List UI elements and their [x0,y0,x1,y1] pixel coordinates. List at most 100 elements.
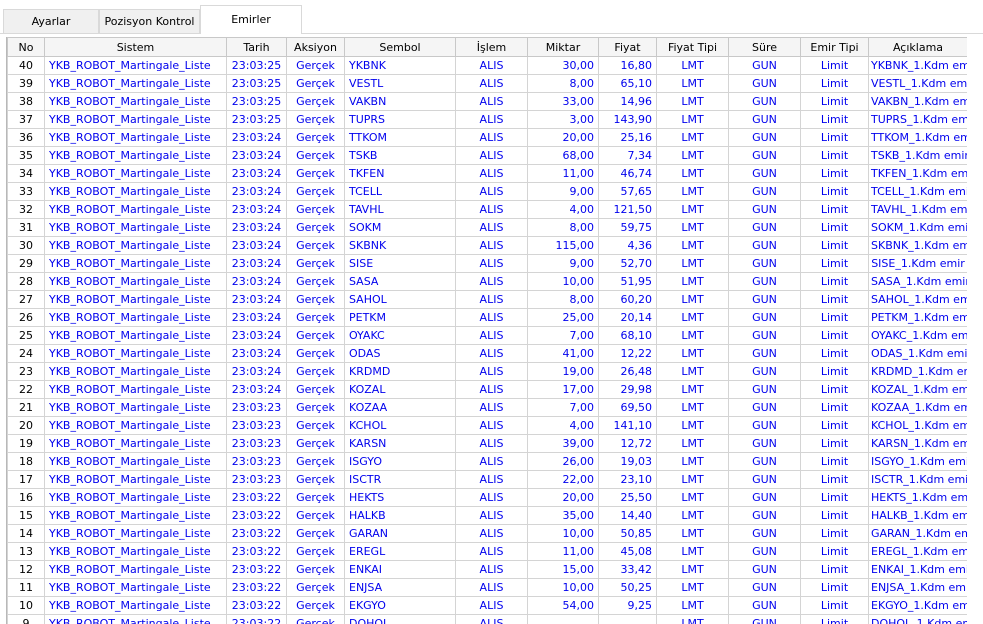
cell-emir-tipi: Limit [800,146,869,165]
cell-no: 10 [7,596,45,615]
cell-tarih: 23:03:23 [226,434,287,453]
table-row[interactable]: 30 YKB_ROBOT_Martingale_Liste 23:03:24 Gerç… [7,236,967,255]
table-row[interactable]: 29 YKB_ROBOT_Martingale_Liste 23:03:24 Gerç… [7,254,967,273]
cell-tarih: 23:03:24 [226,236,287,255]
table-row[interactable]: 24 YKB_ROBOT_Martingale_Liste 23:03:24 Gerç… [7,344,967,363]
orders-grid[interactable]: No Sistem Tarih Aksiyon Sembol İşlem Mik… [6,37,967,624]
table-row[interactable]: 26 YKB_ROBOT_Martingale_Liste 23:03:24 Gerç… [7,308,967,327]
cell-no: 23 [7,362,45,381]
cell-sistem: YKB_ROBOT_Martingale_Liste [44,254,227,273]
table-row[interactable]: 36 YKB_ROBOT_Martingale_Liste 23:03:24 Gerç… [7,128,967,147]
cell-aciklama: ENKAI_1.Kdm emir [868,560,967,579]
cell-aksiyon: Gerçek [286,524,345,543]
cell-aciklama: HEKTS_1.Kdm emir [868,488,967,507]
column-header-sembol[interactable]: Sembol [344,37,456,57]
table-row[interactable]: 16 YKB_ROBOT_Martingale_Liste 23:03:22 Gerç… [7,488,967,507]
cell-tarih: 23:03:22 [226,488,287,507]
cell-miktar: 19,00 [527,362,599,381]
cell-aksiyon: Gerçek [286,164,345,183]
table-row[interactable]: 22 YKB_ROBOT_Martingale_Liste 23:03:24 Gerç… [7,380,967,399]
table-row[interactable]: 27 YKB_ROBOT_Martingale_Liste 23:03:24 Gerç… [7,290,967,309]
cell-islem: ALIS [455,560,528,579]
column-header-aciklama[interactable]: Açıklama [868,37,967,57]
table-row[interactable]: 21 YKB_ROBOT_Martingale_Liste 23:03:23 Gerç… [7,398,967,417]
cell-sistem: YKB_ROBOT_Martingale_Liste [44,326,227,345]
table-row[interactable]: 11 YKB_ROBOT_Martingale_Liste 23:03:22 Gerç… [7,578,967,597]
table-row[interactable]: 18 YKB_ROBOT_Martingale_Liste 23:03:23 Gerç… [7,452,967,471]
cell-no: 40 [7,56,45,75]
cell-no: 29 [7,254,45,273]
table-row[interactable]: 38 YKB_ROBOT_Martingale_Liste 23:03:25 Gerç… [7,92,967,111]
cell-miktar: 35,00 [527,506,599,525]
cell-emir-tipi: Limit [800,362,869,381]
cell-aciklama: TUPRS_1.Kdm emir [868,110,967,129]
cell-fiyat-tipi: LMT [656,488,729,507]
column-header-tarih[interactable]: Tarih [226,37,287,57]
cell-sembol: ENKAI [344,560,456,579]
table-row[interactable]: 12 YKB_ROBOT_Martingale_Liste 23:03:22 Gerç… [7,560,967,579]
table-row[interactable]: 33 YKB_ROBOT_Martingale_Liste 23:03:24 Gerç… [7,182,967,201]
cell-no: 27 [7,290,45,309]
cell-aciklama: DOHOL_1.Kdm emir [868,614,967,624]
cell-miktar: 22,00 [527,470,599,489]
cell-miktar: 11,00 [527,542,599,561]
tab-ayarlar[interactable]: Ayarlar [3,9,99,33]
table-row[interactable]: 14 YKB_ROBOT_Martingale_Liste 23:03:22 Gerç… [7,524,967,543]
cell-islem: ALIS [455,290,528,309]
cell-fiyat-tipi: LMT [656,326,729,345]
cell-tarih: 23:03:24 [226,272,287,291]
cell-fiyat-tipi: LMT [656,362,729,381]
column-header-miktar[interactable]: Miktar [527,37,599,57]
cell-aksiyon: Gerçek [286,326,345,345]
cell-fiyat: 59,75 [598,218,657,237]
column-header-fiyat-tipi[interactable]: Fiyat Tipi [656,37,729,57]
table-row[interactable]: 34 YKB_ROBOT_Martingale_Liste 23:03:24 Gerç… [7,164,967,183]
table-row[interactable]: 23 YKB_ROBOT_Martingale_Liste 23:03:24 Gerç… [7,362,967,381]
column-header-emir-tipi[interactable]: Emir Tipi [800,37,869,57]
cell-sure: GUN [728,128,801,147]
cell-sure: GUN [728,254,801,273]
cell-miktar: 33,00 [527,92,599,111]
table-row[interactable]: 40 YKB_ROBOT_Martingale_Liste 23:03:25 Gerç… [7,56,967,75]
cell-tarih: 23:03:24 [226,362,287,381]
cell-sembol: YKBNK [344,56,456,75]
cell-islem: ALIS [455,218,528,237]
table-row[interactable]: 20 YKB_ROBOT_Martingale_Liste 23:03:23 Gerç… [7,416,967,435]
cell-sistem: YKB_ROBOT_Martingale_Liste [44,128,227,147]
table-row[interactable]: 19 YKB_ROBOT_Martingale_Liste 23:03:23 Gerç… [7,434,967,453]
cell-fiyat-tipi: LMT [656,560,729,579]
table-row[interactable]: 31 YKB_ROBOT_Martingale_Liste 23:03:24 Gerç… [7,218,967,237]
column-header-sistem[interactable]: Sistem [44,37,227,57]
cell-emir-tipi: Limit [800,272,869,291]
table-row[interactable]: 39 YKB_ROBOT_Martingale_Liste 23:03:25 Gerç… [7,74,967,93]
table-row[interactable]: 13 YKB_ROBOT_Martingale_Liste 23:03:22 Gerç… [7,542,967,561]
table-row[interactable]: 25 YKB_ROBOT_Martingale_Liste 23:03:24 Gerç… [7,326,967,345]
tab-pozisyon-kontrol[interactable]: Pozisyon Kontrol [99,9,200,33]
cell-emir-tipi: Limit [800,596,869,615]
cell-islem: ALIS [455,326,528,345]
cell-miktar: 10,00 [527,578,599,597]
table-row[interactable]: 10 YKB_ROBOT_Martingale_Liste 23:03:22 Gerç… [7,596,967,615]
table-row[interactable]: 28 YKB_ROBOT_Martingale_Liste 23:03:24 Gerç… [7,272,967,291]
cell-sistem: YKB_ROBOT_Martingale_Liste [44,236,227,255]
cell-miktar: 11,00 [527,164,599,183]
cell-aciklama: OYAKC_1.Kdm emir [868,326,967,345]
cell-tarih: 23:03:24 [226,182,287,201]
tab-emirler[interactable]: Emirler [200,5,302,34]
table-row[interactable]: 32 YKB_ROBOT_Martingale_Liste 23:03:24 Gerç… [7,200,967,219]
column-header-no[interactable]: No [7,37,45,57]
table-row[interactable]: 9 YKB_ROBOT_Martingale_Liste 23:03:22 Gerçe… [7,614,967,624]
table-row[interactable]: 35 YKB_ROBOT_Martingale_Liste 23:03:24 Gerç… [7,146,967,165]
column-header-fiyat[interactable]: Fiyat [598,37,657,57]
column-header-islem[interactable]: İşlem [455,37,528,57]
cell-tarih: 23:03:22 [226,578,287,597]
column-header-aksiyon[interactable]: Aksiyon [286,37,345,57]
table-row[interactable]: 37 YKB_ROBOT_Martingale_Liste 23:03:25 Gerç… [7,110,967,129]
column-header-sure[interactable]: Süre [728,37,801,57]
cell-islem: ALIS [455,74,528,93]
cell-no: 34 [7,164,45,183]
table-row[interactable]: 15 YKB_ROBOT_Martingale_Liste 23:03:22 Gerç… [7,506,967,525]
cell-fiyat: 50,85 [598,524,657,543]
table-row[interactable]: 17 YKB_ROBOT_Martingale_Liste 23:03:23 Gerç… [7,470,967,489]
cell-aksiyon: Gerçek [286,308,345,327]
